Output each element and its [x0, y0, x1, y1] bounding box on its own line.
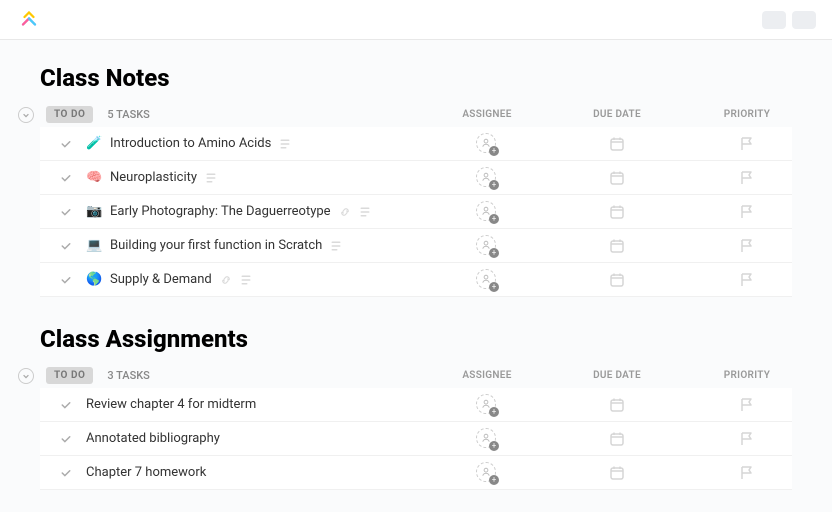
link-icon: [220, 274, 232, 286]
plus-icon: +: [489, 248, 499, 258]
header-button-1[interactable]: [762, 11, 786, 29]
task-title: Supply & Demand: [110, 272, 212, 287]
task-count: 3 TASKS: [107, 369, 150, 382]
assignee-button[interactable]: +: [476, 428, 498, 450]
app-header: [0, 0, 832, 40]
task-emoji: 📷: [86, 204, 102, 219]
col-assignee: ASSIGNEE: [452, 370, 522, 381]
task-emoji: 🧠: [86, 170, 102, 185]
doc-icon: [205, 172, 217, 184]
task-row[interactable]: 🧠 Neuroplasticity +: [40, 161, 792, 195]
check-icon[interactable]: [60, 138, 72, 150]
assignee-button[interactable]: +: [476, 235, 498, 257]
task-row[interactable]: Annotated bibliography +: [40, 422, 792, 456]
doc-icon: [359, 206, 371, 218]
calendar-icon[interactable]: [609, 204, 625, 220]
task-emoji: 🧪: [86, 136, 102, 151]
plus-icon: +: [489, 407, 499, 417]
check-icon[interactable]: [60, 274, 72, 286]
collapse-button[interactable]: [18, 368, 34, 384]
plus-icon: +: [489, 214, 499, 224]
section-title: Class Assignments: [40, 325, 792, 353]
task-title: Review chapter 4 for midterm: [86, 397, 256, 412]
calendar-icon[interactable]: [609, 170, 625, 186]
assignee-button[interactable]: +: [476, 462, 498, 484]
task-count: 5 TASKS: [107, 108, 150, 121]
task-title: Early Photography: The Daguerreotype: [110, 204, 331, 219]
check-icon[interactable]: [60, 172, 72, 184]
assignee-button[interactable]: +: [476, 167, 498, 189]
check-icon[interactable]: [60, 206, 72, 218]
col-due-date: DUE DATE: [582, 109, 652, 120]
check-icon[interactable]: [60, 467, 72, 479]
collapse-button[interactable]: [18, 107, 34, 123]
plus-icon: +: [489, 475, 499, 485]
task-row[interactable]: 🌎 Supply & Demand +: [40, 263, 792, 297]
flag-icon[interactable]: [739, 204, 755, 220]
plus-icon: +: [489, 282, 499, 292]
check-icon[interactable]: [60, 240, 72, 252]
link-icon: [339, 206, 351, 218]
calendar-icon[interactable]: [609, 136, 625, 152]
task-title: Chapter 7 homework: [86, 465, 206, 480]
calendar-icon[interactable]: [609, 272, 625, 288]
task-row[interactable]: Review chapter 4 for midterm +: [40, 388, 792, 422]
assignee-button[interactable]: +: [476, 269, 498, 291]
doc-icon: [279, 138, 291, 150]
assignee-button[interactable]: +: [476, 133, 498, 155]
task-row[interactable]: 🧪 Introduction to Amino Acids +: [40, 127, 792, 161]
calendar-icon[interactable]: [609, 465, 625, 481]
task-row[interactable]: 💻 Building your first function in Scratch…: [40, 229, 792, 263]
section-title: Class Notes: [40, 64, 792, 92]
task-row[interactable]: 📷 Early Photography: The Daguerreotype +: [40, 195, 792, 229]
task-emoji: 💻: [86, 238, 102, 253]
list-header: TO DO 3 TASKS ASSIGNEE DUE DATE PRIORITY: [40, 367, 792, 384]
doc-icon: [330, 240, 342, 252]
col-priority: PRIORITY: [712, 109, 782, 120]
status-badge[interactable]: TO DO: [46, 106, 93, 123]
col-assignee: ASSIGNEE: [452, 109, 522, 120]
task-emoji: 🌎: [86, 272, 102, 287]
status-badge[interactable]: TO DO: [46, 367, 93, 384]
header-button-2[interactable]: [792, 11, 816, 29]
flag-icon[interactable]: [739, 238, 755, 254]
flag-icon[interactable]: [739, 431, 755, 447]
flag-icon[interactable]: [739, 397, 755, 413]
doc-icon: [240, 274, 252, 286]
calendar-icon[interactable]: [609, 431, 625, 447]
flag-icon[interactable]: [739, 465, 755, 481]
check-icon[interactable]: [60, 433, 72, 445]
header-actions: [762, 11, 816, 29]
clickup-logo-icon: [20, 11, 38, 29]
check-icon[interactable]: [60, 399, 72, 411]
plus-icon: +: [489, 441, 499, 451]
calendar-icon[interactable]: [609, 397, 625, 413]
assignee-button[interactable]: +: [476, 201, 498, 223]
calendar-icon[interactable]: [609, 238, 625, 254]
flag-icon[interactable]: [739, 136, 755, 152]
task-title: Neuroplasticity: [110, 170, 197, 185]
col-due-date: DUE DATE: [582, 370, 652, 381]
plus-icon: +: [489, 146, 499, 156]
col-priority: PRIORITY: [712, 370, 782, 381]
task-title: Introduction to Amino Acids: [110, 136, 271, 151]
task-title: Annotated bibliography: [86, 431, 220, 446]
task-title: Building your first function in Scratch: [110, 238, 322, 253]
flag-icon[interactable]: [739, 272, 755, 288]
task-row[interactable]: Chapter 7 homework +: [40, 456, 792, 490]
plus-icon: +: [489, 180, 499, 190]
flag-icon[interactable]: [739, 170, 755, 186]
assignee-button[interactable]: +: [476, 394, 498, 416]
list-header: TO DO 5 TASKS ASSIGNEE DUE DATE PRIORITY: [40, 106, 792, 123]
